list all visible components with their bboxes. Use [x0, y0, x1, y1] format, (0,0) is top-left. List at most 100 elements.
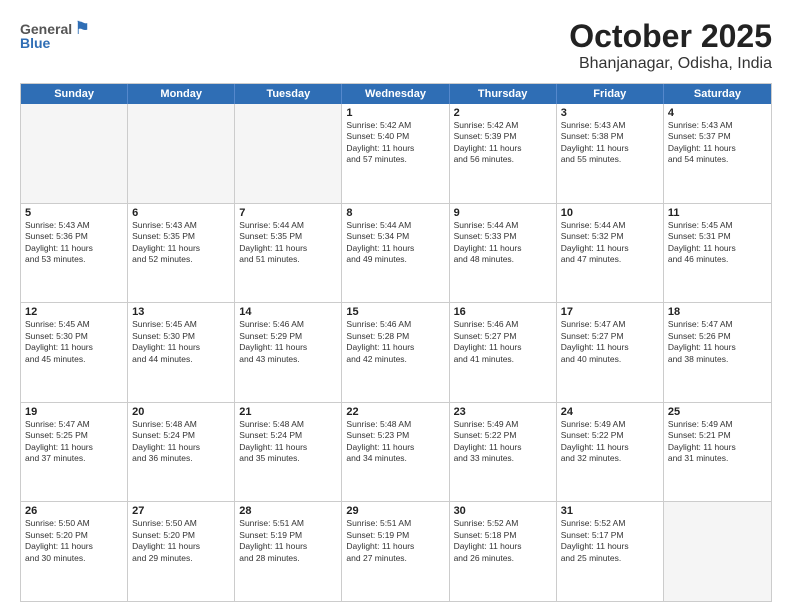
- day-info: Sunrise: 5:46 AM Sunset: 5:27 PM Dayligh…: [454, 319, 552, 365]
- day-cell-8: 8Sunrise: 5:44 AM Sunset: 5:34 PM Daylig…: [342, 204, 449, 303]
- calendar-row-5: 26Sunrise: 5:50 AM Sunset: 5:20 PM Dayli…: [21, 502, 771, 601]
- day-cell-26: 26Sunrise: 5:50 AM Sunset: 5:20 PM Dayli…: [21, 502, 128, 601]
- page: General ⚑ Blue October 2025 Bhanjanagar,…: [0, 0, 792, 612]
- day-number: 11: [668, 207, 767, 219]
- calendar-row-4: 19Sunrise: 5:47 AM Sunset: 5:25 PM Dayli…: [21, 403, 771, 503]
- calendar-row-3: 12 Sunrise: 5:45 AM Sunset: 5:30 PM Dayli…: [21, 303, 771, 403]
- day-info: Sunrise: 5:48 AM Sunset: 5:23 PM Dayligh…: [346, 419, 444, 465]
- day-cell-31: 31Sunrise: 5:52 AM Sunset: 5:17 PM Dayli…: [557, 502, 664, 601]
- day-cell-16: 16Sunrise: 5:46 AM Sunset: 5:27 PM Dayli…: [450, 303, 557, 402]
- day-info: Sunrise: 5:48 AM Sunset: 5:24 PM Dayligh…: [132, 419, 230, 465]
- day-info: Sunrise: 5:48 AM Sunset: 5:24 PM Dayligh…: [239, 419, 337, 465]
- day-cell-7: 7Sunrise: 5:44 AM Sunset: 5:35 PM Daylig…: [235, 204, 342, 303]
- day-number: 27: [132, 505, 230, 517]
- day-cell-25: 25Sunrise: 5:49 AM Sunset: 5:21 PM Dayli…: [664, 403, 771, 502]
- day-cell-3: 3Sunrise: 5:43 AM Sunset: 5:38 PM Daylig…: [557, 104, 664, 203]
- day-number: 10: [561, 207, 659, 219]
- day-number: 23: [454, 406, 552, 418]
- empty-cell: [664, 502, 771, 601]
- day-cell-27: 27Sunrise: 5:50 AM Sunset: 5:20 PM Dayli…: [128, 502, 235, 601]
- day-info: Sunrise: 5:50 AM Sunset: 5:20 PM Dayligh…: [132, 518, 230, 564]
- calendar-row-1: 1Sunrise: 5:42 AM Sunset: 5:40 PM Daylig…: [21, 104, 771, 204]
- logo-flag-icon: ⚑: [74, 18, 90, 39]
- day-info: Sunrise: 5:47 AM Sunset: 5:27 PM Dayligh…: [561, 319, 659, 365]
- day-info: Sunrise: 5:42 AM Sunset: 5:40 PM Dayligh…: [346, 120, 444, 166]
- day-cell-30: 30Sunrise: 5:52 AM Sunset: 5:18 PM Dayli…: [450, 502, 557, 601]
- day-cell-11: 11Sunrise: 5:45 AM Sunset: 5:31 PM Dayli…: [664, 204, 771, 303]
- day-number: 14: [239, 306, 337, 318]
- day-info: Sunrise: 5:44 AM Sunset: 5:32 PM Dayligh…: [561, 220, 659, 266]
- calendar-row-2: 5Sunrise: 5:43 AM Sunset: 5:36 PM Daylig…: [21, 204, 771, 304]
- day-cell-10: 10Sunrise: 5:44 AM Sunset: 5:32 PM Dayli…: [557, 204, 664, 303]
- month-title: October 2025: [569, 18, 772, 55]
- day-number: 6: [132, 207, 230, 219]
- day-number: 7: [239, 207, 337, 219]
- day-number: 3: [561, 107, 659, 119]
- day-cell-2: 2Sunrise: 5:42 AM Sunset: 5:39 PM Daylig…: [450, 104, 557, 203]
- day-info: Sunrise: 5:51 AM Sunset: 5:19 PM Dayligh…: [346, 518, 444, 564]
- day-number: 28: [239, 505, 337, 517]
- day-cell-5: 5Sunrise: 5:43 AM Sunset: 5:36 PM Daylig…: [21, 204, 128, 303]
- day-info: Sunrise: 5:43 AM Sunset: 5:36 PM Dayligh…: [25, 220, 123, 266]
- logo-blue: Blue: [20, 35, 50, 51]
- day-info: Sunrise: 5:42 AM Sunset: 5:39 PM Dayligh…: [454, 120, 552, 166]
- day-cell-21: 21Sunrise: 5:48 AM Sunset: 5:24 PM Dayli…: [235, 403, 342, 502]
- day-info: Sunrise: 5:43 AM Sunset: 5:38 PM Dayligh…: [561, 120, 659, 166]
- day-number: 9: [454, 207, 552, 219]
- day-number: 22: [346, 406, 444, 418]
- day-info: Sunrise: 5:49 AM Sunset: 5:22 PM Dayligh…: [561, 419, 659, 465]
- header: General ⚑ Blue October 2025 Bhanjanagar,…: [20, 18, 772, 73]
- day-number: 12: [25, 306, 123, 318]
- header-sunday: Sunday: [21, 84, 128, 104]
- day-number: 20: [132, 406, 230, 418]
- day-number: 15: [346, 306, 444, 318]
- day-info: Sunrise: 5:51 AM Sunset: 5:19 PM Dayligh…: [239, 518, 337, 564]
- empty-cell: [235, 104, 342, 203]
- day-number: 29: [346, 505, 444, 517]
- day-cell-14: 14Sunrise: 5:46 AM Sunset: 5:29 PM Dayli…: [235, 303, 342, 402]
- day-info: Sunrise: 5:44 AM Sunset: 5:34 PM Dayligh…: [346, 220, 444, 266]
- day-number: 25: [668, 406, 767, 418]
- day-number: 21: [239, 406, 337, 418]
- day-info: Sunrise: 5:50 AM Sunset: 5:20 PM Dayligh…: [25, 518, 123, 564]
- day-number: 19: [25, 406, 123, 418]
- day-info: Sunrise: 5:47 AM Sunset: 5:25 PM Dayligh…: [25, 419, 123, 465]
- day-cell-19: 19Sunrise: 5:47 AM Sunset: 5:25 PM Dayli…: [21, 403, 128, 502]
- header-friday: Friday: [557, 84, 664, 104]
- day-cell-4: 4Sunrise: 5:43 AM Sunset: 5:37 PM Daylig…: [664, 104, 771, 203]
- day-cell-1: 1Sunrise: 5:42 AM Sunset: 5:40 PM Daylig…: [342, 104, 449, 203]
- day-info: Sunrise: 5:44 AM Sunset: 5:33 PM Dayligh…: [454, 220, 552, 266]
- day-number: 5: [25, 207, 123, 219]
- day-number: 1: [346, 107, 444, 119]
- day-cell-28: 28Sunrise: 5:51 AM Sunset: 5:19 PM Dayli…: [235, 502, 342, 601]
- day-cell-18: 18Sunrise: 5:47 AM Sunset: 5:26 PM Dayli…: [664, 303, 771, 402]
- day-cell-29: 29Sunrise: 5:51 AM Sunset: 5:19 PM Dayli…: [342, 502, 449, 601]
- day-info: Sunrise: 5:52 AM Sunset: 5:18 PM Dayligh…: [454, 518, 552, 564]
- location-title: Bhanjanagar, Odisha, India: [569, 55, 772, 73]
- day-number: 16: [454, 306, 552, 318]
- header-thursday: Thursday: [450, 84, 557, 104]
- day-info: Sunrise: 5:45 AM Sunset: 5:31 PM Dayligh…: [668, 220, 767, 266]
- day-number: 8: [346, 207, 444, 219]
- day-number: 26: [25, 505, 123, 517]
- day-number: 24: [561, 406, 659, 418]
- day-cell-20: 20Sunrise: 5:48 AM Sunset: 5:24 PM Dayli…: [128, 403, 235, 502]
- header-monday: Monday: [128, 84, 235, 104]
- calendar: Sunday Monday Tuesday Wednesday Thursday…: [20, 83, 772, 602]
- day-cell-23: 23Sunrise: 5:49 AM Sunset: 5:22 PM Dayli…: [450, 403, 557, 502]
- day-info: Sunrise: 5:44 AM Sunset: 5:35 PM Dayligh…: [239, 220, 337, 266]
- day-cell-13: 13Sunrise: 5:45 AM Sunset: 5:30 PM Dayli…: [128, 303, 235, 402]
- day-info: Sunrise: 5:46 AM Sunset: 5:29 PM Dayligh…: [239, 319, 337, 365]
- empty-cell: [21, 104, 128, 203]
- day-info: Sunrise: 5:47 AM Sunset: 5:26 PM Dayligh…: [668, 319, 767, 365]
- day-number: 18: [668, 306, 767, 318]
- calendar-header: Sunday Monday Tuesday Wednesday Thursday…: [21, 84, 771, 104]
- day-cell-6: 6Sunrise: 5:43 AM Sunset: 5:35 PM Daylig…: [128, 204, 235, 303]
- day-cell-17: 17Sunrise: 5:47 AM Sunset: 5:27 PM Dayli…: [557, 303, 664, 402]
- day-info: Sunrise: 5:45 AM Sunset: 5:30 PM Dayligh…: [132, 319, 230, 365]
- calendar-body: 1Sunrise: 5:42 AM Sunset: 5:40 PM Daylig…: [21, 104, 771, 601]
- day-number: 2: [454, 107, 552, 119]
- day-number: 17: [561, 306, 659, 318]
- day-info: Sunrise: 5:49 AM Sunset: 5:22 PM Dayligh…: [454, 419, 552, 465]
- day-number: 30: [454, 505, 552, 517]
